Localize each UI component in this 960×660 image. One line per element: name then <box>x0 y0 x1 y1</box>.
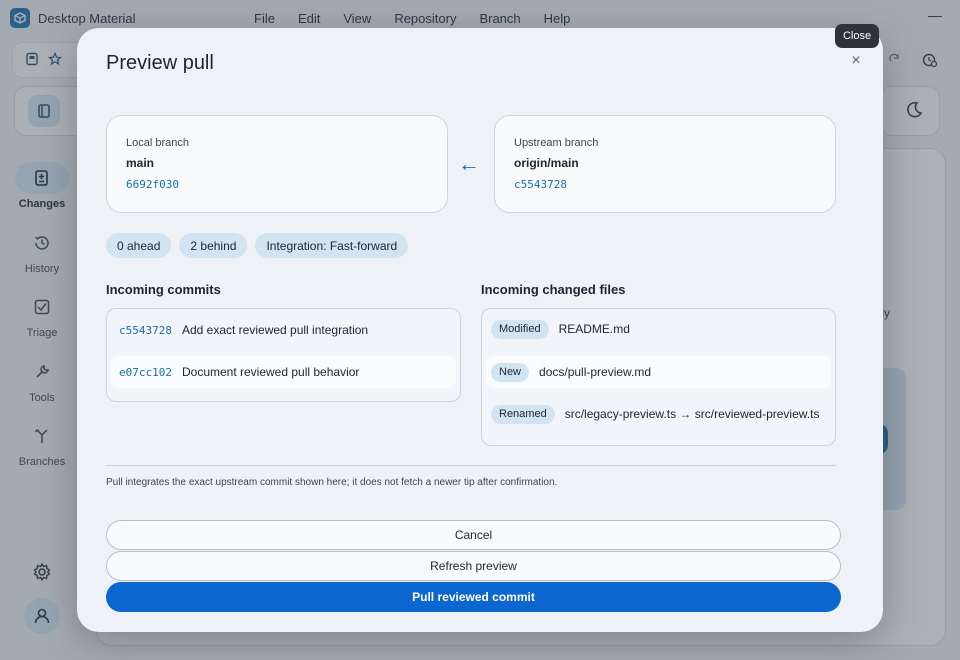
incoming-files-title: Incoming changed files <box>481 282 626 297</box>
incoming-commits-list: c5543728 Add exact reviewed pull integra… <box>106 308 461 402</box>
file-path: src/legacy-preview.ts → src/reviewed-pre… <box>564 407 820 421</box>
integration-chip: Integration: Fast-forward <box>255 233 409 258</box>
local-branch-name: main <box>126 156 155 170</box>
upstream-branch-label: Upstream branch <box>514 137 599 149</box>
close-icon[interactable]: × <box>847 52 865 70</box>
upstream-branch-name: origin/main <box>514 156 579 170</box>
commit-message: Add exact reviewed pull integration <box>181 323 369 337</box>
file-path: README.md <box>558 322 630 336</box>
file-row[interactable]: Renamed src/legacy-preview.ts → src/revi… <box>486 398 831 430</box>
local-branch-card: Local branch main 6692f030 <box>106 115 448 213</box>
divider <box>106 465 836 466</box>
pull-note: Pull integrates the exact upstream commi… <box>106 477 558 488</box>
file-status-badge: Renamed <box>491 404 555 424</box>
incoming-commits-title: Incoming commits <box>106 282 221 297</box>
refresh-preview-button[interactable]: Refresh preview <box>106 551 841 581</box>
file-status-badge: New <box>491 362 530 382</box>
ahead-chip: 0 ahead <box>106 233 172 258</box>
arrow-left-icon: ← <box>458 151 480 176</box>
file-path: docs/pull-preview.md <box>539 365 652 379</box>
file-status-badge: Modified <box>491 319 549 339</box>
close-tooltip: Close <box>835 24 879 48</box>
file-row[interactable]: Modified README.md <box>486 313 831 345</box>
pull-reviewed-commit-button[interactable]: Pull reviewed commit <box>106 582 841 612</box>
status-chips: 0 ahead 2 behind Integration: Fast-forwa… <box>106 233 416 258</box>
dialog-title: Preview pull <box>106 52 214 74</box>
local-branch-sha: 6692f030 <box>126 178 179 191</box>
commit-row[interactable]: e07cc102 Document reviewed pull behavior <box>111 356 456 388</box>
upstream-branch-sha: c5543728 <box>514 178 567 191</box>
commit-sha: c5543728 <box>119 323 172 337</box>
commit-row[interactable]: c5543728 Add exact reviewed pull integra… <box>111 314 456 346</box>
local-branch-label: Local branch <box>126 137 189 149</box>
cancel-button[interactable]: Cancel <box>106 520 841 550</box>
incoming-files-list: Modified README.md New docs/pull-preview… <box>481 308 836 446</box>
upstream-branch-card: Upstream branch origin/main c5543728 <box>494 115 836 213</box>
behind-chip: 2 behind <box>179 233 248 258</box>
file-row[interactable]: New docs/pull-preview.md <box>486 356 831 388</box>
commit-sha: e07cc102 <box>119 365 172 379</box>
commit-message: Document reviewed pull behavior <box>181 365 360 379</box>
preview-pull-dialog: Preview pull Close × Local branch main 6… <box>77 24 883 632</box>
